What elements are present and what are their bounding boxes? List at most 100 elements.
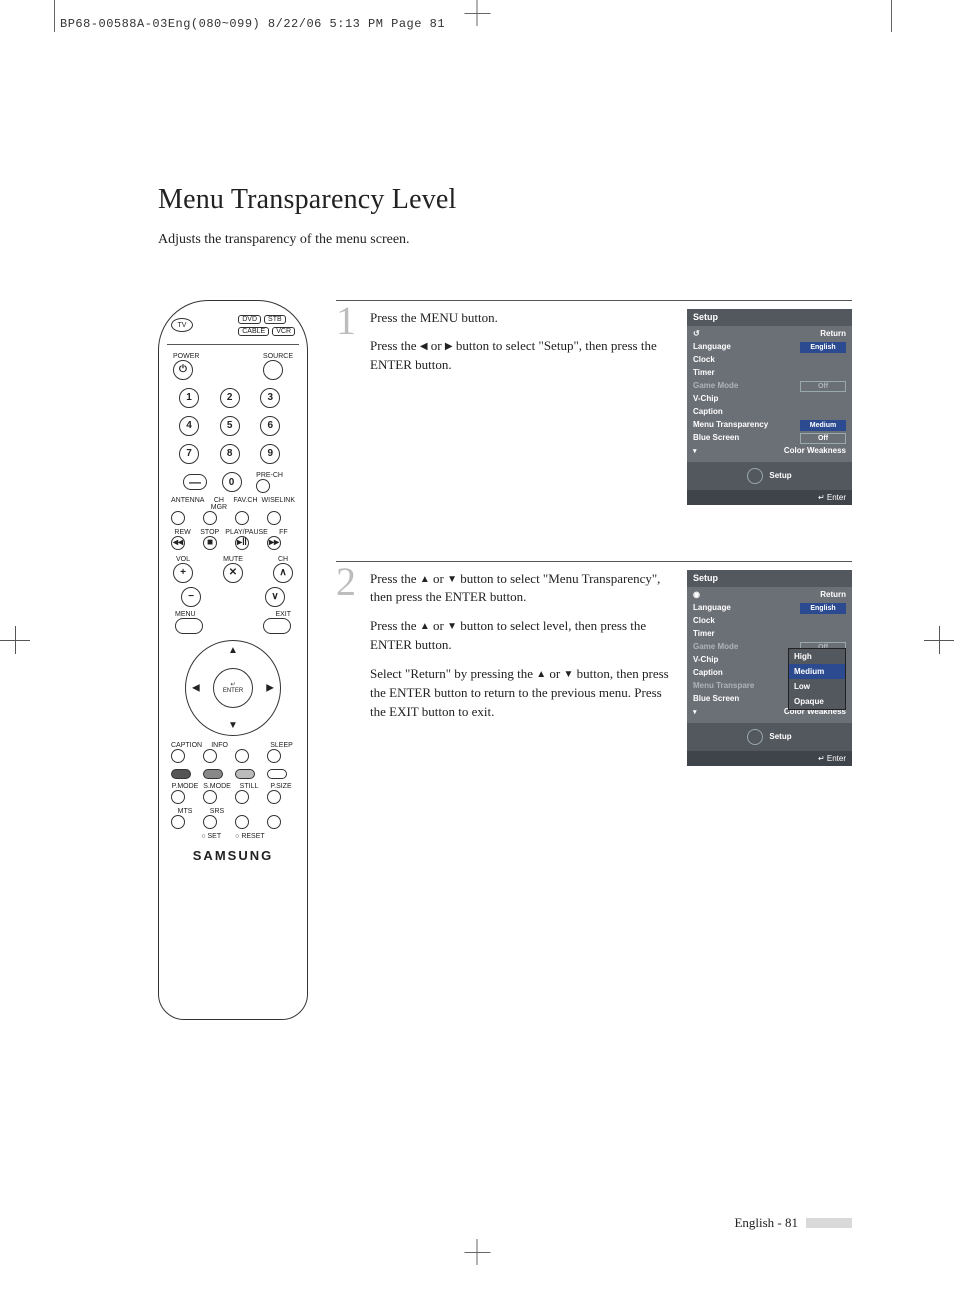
step-number: 2 xyxy=(336,562,360,766)
remote-small-button xyxy=(235,815,249,829)
remote-label: FAV.CH xyxy=(233,497,257,511)
osd-title: Setup xyxy=(687,309,852,326)
remote-label: STILL xyxy=(235,783,263,790)
osd-popup-item: Low xyxy=(789,679,845,694)
source-button xyxy=(263,360,283,380)
vol-up-button: + xyxy=(173,563,193,583)
step: 2Press the ▲ or ▼ button to select "Menu… xyxy=(336,561,852,766)
keypad-8: 8 xyxy=(220,444,240,464)
keypad-7: 7 xyxy=(179,444,199,464)
page-title: Menu Transparency Level xyxy=(158,186,852,214)
osd-row: Timer xyxy=(693,367,846,380)
osd-popup-item: Opaque xyxy=(789,694,845,709)
osd-popup-item: High xyxy=(789,649,845,664)
power-icon: ⏻ xyxy=(173,360,193,380)
remote-small-button xyxy=(171,815,185,829)
osd-band: Setup xyxy=(687,723,852,751)
remote-label xyxy=(237,742,264,749)
osd-row: LanguageEnglish xyxy=(693,602,846,615)
keypad-2: 2 xyxy=(220,388,240,408)
menu-button xyxy=(175,618,203,634)
footer-bar-icon xyxy=(806,1218,852,1228)
remote-label: REW xyxy=(171,529,194,536)
osd-screenshot: SetupReturnLanguageEnglishClockTimerGame… xyxy=(687,570,852,766)
remote-small-button xyxy=(203,815,217,829)
dash-button: — xyxy=(183,474,207,490)
reset-label: ○ RESET xyxy=(235,833,265,840)
exit-button xyxy=(263,618,291,634)
menu-label: MENU xyxy=(175,611,203,618)
remote-keypad: 123456789 xyxy=(169,384,297,468)
set-label: ○ SET xyxy=(201,833,221,840)
remote-label: SLEEP xyxy=(268,742,295,749)
keypad-6: 6 xyxy=(260,416,280,436)
osd-row: Clock xyxy=(693,354,846,367)
vol-label: VOL xyxy=(173,556,193,563)
remote-label: SRS xyxy=(203,808,231,815)
remote-vcr-button: VCR xyxy=(272,327,295,336)
remote-dpad: ▲ ▼ ◀ ▶ ↵ ENTER xyxy=(185,640,281,736)
remote-small-button xyxy=(267,749,281,763)
osd-row: Return xyxy=(693,328,846,341)
remote-small-button xyxy=(203,790,217,804)
red-button-icon xyxy=(171,769,191,779)
keypad-4: 4 xyxy=(179,416,199,436)
remote-dvd-button: DVD xyxy=(238,315,261,324)
source-label: SOURCE xyxy=(263,353,293,360)
osd-row: Menu TransparencyMedium xyxy=(693,419,846,432)
remote-small-button xyxy=(235,511,249,525)
left-arrow-icon: ◀ xyxy=(192,682,200,693)
remote-small-button xyxy=(203,749,217,763)
remote-label: STOP xyxy=(198,529,221,536)
osd-footer: ↵ Enter xyxy=(687,490,852,505)
steps: 1Press the MENU button.Press the ◀ or ▶ … xyxy=(336,300,852,1020)
prech-button xyxy=(256,479,270,493)
crop-mark-icon xyxy=(477,1239,478,1265)
remote-label: MTS xyxy=(171,808,199,815)
osd-row: Timer xyxy=(693,628,846,641)
down-arrow-icon: ▼ xyxy=(228,720,238,731)
yellow-button-icon xyxy=(235,769,255,779)
remote-label: P.SIZE xyxy=(267,783,295,790)
power-label: POWER xyxy=(173,353,199,360)
keypad-9: 9 xyxy=(260,444,280,464)
osd-band: Setup xyxy=(687,462,852,490)
page-footer: English - 81 xyxy=(734,1215,852,1231)
remote-label: S.MODE xyxy=(203,783,231,790)
prech-label: PRE-CH xyxy=(256,472,283,479)
brand-logo: SAMSUNG xyxy=(169,848,297,863)
step-text: Press the ▲ or ▼ button to select "Menu … xyxy=(370,570,673,766)
mute-label: MUTE xyxy=(223,556,243,563)
remote-small-button: ◂◂ xyxy=(171,536,185,550)
remote-label: CAPTION xyxy=(171,742,202,749)
page-number: English - 81 xyxy=(734,1215,798,1231)
remote-small-button: ▸‖ xyxy=(235,536,249,550)
osd-row: Return xyxy=(693,589,846,602)
vol-down-button: − xyxy=(181,587,201,607)
remote-small-button xyxy=(171,790,185,804)
osd-row: Clock xyxy=(693,615,846,628)
osd-popup: HighMediumLowOpaque xyxy=(788,648,846,710)
crop-mark-icon xyxy=(924,640,954,641)
osd-row: Game ModeOff xyxy=(693,380,846,393)
crop-mark-icon xyxy=(477,0,478,26)
ch-label: CH xyxy=(273,556,293,563)
step-text: Press the MENU button.Press the ◀ or ▶ b… xyxy=(370,309,673,505)
remote-label xyxy=(267,808,295,815)
keypad-1: 1 xyxy=(179,388,199,408)
osd-title: Setup xyxy=(687,570,852,587)
remote-label: ANTENNA xyxy=(171,497,204,511)
crop-mark-icon xyxy=(0,640,30,641)
osd-row: LanguageEnglish xyxy=(693,341,846,354)
remote-label: PLAY/PAUSE xyxy=(225,529,268,536)
remote-label: CH MGR xyxy=(208,497,229,511)
remote-tv-button: TV xyxy=(171,318,193,332)
exit-label: EXIT xyxy=(263,611,291,618)
up-arrow-icon: ▲ xyxy=(228,645,238,656)
remote-small-button xyxy=(171,511,185,525)
remote-small-button xyxy=(267,815,281,829)
remote-label: INFO xyxy=(206,742,233,749)
osd-row: Caption xyxy=(693,406,846,419)
content-columns: TV DVD STB CABLE VCR POWER ⏻ xyxy=(158,300,852,1020)
green-button-icon xyxy=(203,769,223,779)
